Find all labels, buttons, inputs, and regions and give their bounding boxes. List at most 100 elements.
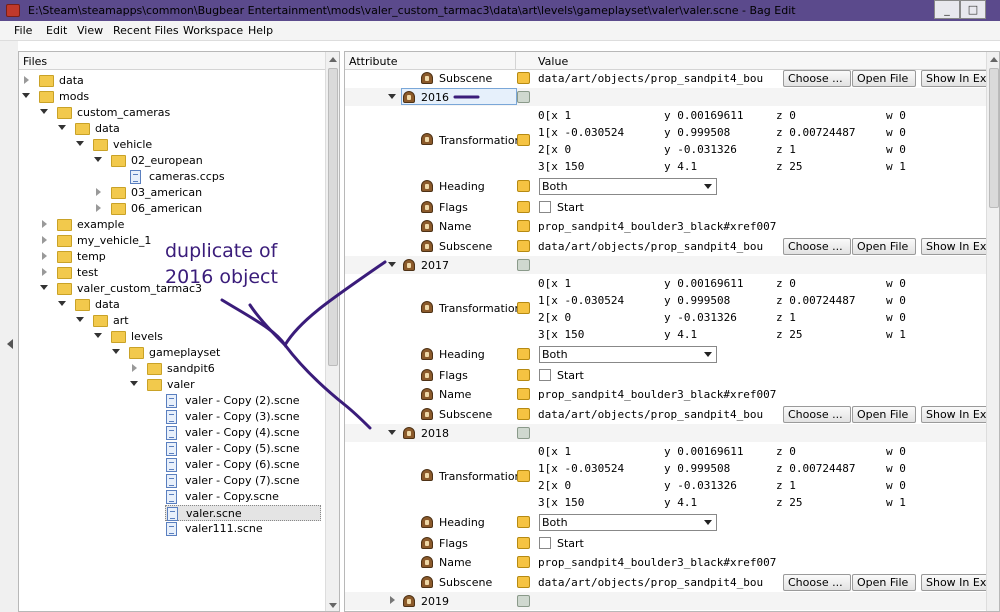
- expanded-arrow-icon[interactable]: [22, 93, 30, 98]
- matrix-cell[interactable]: y 4.1: [664, 160, 697, 173]
- matrix-cell[interactable]: y 0.00169611: [664, 445, 743, 458]
- name-value[interactable]: prop_sandpit4_boulder3_black#xref007: [538, 556, 776, 569]
- matrix-cell[interactable]: z 1: [776, 479, 796, 492]
- collapsed-arrow-icon[interactable]: [96, 204, 101, 212]
- expanded-arrow-icon[interactable]: [58, 301, 66, 306]
- tree-file[interactable]: valer - Copy (7).scne: [165, 473, 339, 489]
- minimize-button[interactable]: _: [934, 0, 960, 19]
- matrix-cell[interactable]: w 1: [886, 496, 906, 509]
- chevron-down-icon[interactable]: [704, 352, 712, 357]
- menu-workspace[interactable]: Workspace: [183, 24, 243, 37]
- matrix-cell[interactable]: w 0: [886, 311, 906, 324]
- matrix-cell[interactable]: z 0: [776, 109, 796, 122]
- expanded-arrow-icon[interactable]: [76, 317, 84, 322]
- matrix-cell[interactable]: y -0.031326: [664, 311, 737, 324]
- matrix-cell[interactable]: z 1: [776, 143, 796, 156]
- matrix-cell[interactable]: w 0: [886, 143, 906, 156]
- expanded-arrow-icon[interactable]: [76, 141, 84, 146]
- tree-folder[interactable]: data: [58, 297, 295, 313]
- files-scrollbar[interactable]: [325, 52, 339, 611]
- collapsed-arrow-icon[interactable]: [96, 188, 101, 196]
- tree-folder[interactable]: 02_european: [94, 153, 331, 169]
- matrix-cell[interactable]: y 0.999508: [664, 126, 730, 139]
- open-file-button[interactable]: Open File: [852, 238, 916, 255]
- collapsed-arrow-icon[interactable]: [42, 236, 47, 244]
- matrix-cell[interactable]: z 0: [776, 445, 796, 458]
- matrix-cell[interactable]: w 0: [886, 445, 906, 458]
- attribute-scrollbar[interactable]: [986, 52, 999, 611]
- start-checkbox[interactable]: [539, 201, 551, 213]
- tree-folder[interactable]: sandpit6: [132, 361, 339, 377]
- scroll-up-icon[interactable]: [329, 57, 337, 62]
- tree-folder[interactable]: mods: [22, 89, 259, 105]
- tree-file[interactable]: valer111.scne: [165, 521, 339, 537]
- menu-file[interactable]: File: [14, 24, 32, 37]
- expanded-arrow-icon[interactable]: [388, 94, 396, 99]
- group-row-2018[interactable]: 2018: [345, 424, 999, 442]
- matrix-cell[interactable]: w 0: [886, 277, 906, 290]
- tree-folder[interactable]: valer: [130, 377, 339, 393]
- choose-button[interactable]: Choose ...: [783, 70, 851, 87]
- choose-button[interactable]: Choose ...: [783, 574, 851, 591]
- tree-file[interactable]: valer - Copy.scne: [165, 489, 339, 505]
- choose-button[interactable]: Choose ...: [783, 238, 851, 255]
- tree-folder[interactable]: art: [76, 313, 313, 329]
- matrix-cell[interactable]: y 4.1: [664, 328, 697, 341]
- expanded-arrow-icon[interactable]: [58, 125, 66, 130]
- matrix-cell[interactable]: z 0.00724487: [776, 126, 855, 139]
- heading-select[interactable]: Both: [539, 178, 717, 195]
- tree-folder[interactable]: example: [42, 217, 277, 233]
- start-checkbox[interactable]: [539, 537, 551, 549]
- matrix-cell[interactable]: y 0.999508: [664, 462, 730, 475]
- open-file-button[interactable]: Open File: [852, 70, 916, 87]
- tree-file[interactable]: valer - Copy (6).scne: [165, 457, 339, 473]
- matrix-cell[interactable]: 3[x 150: [538, 160, 584, 173]
- matrix-cell[interactable]: w 0: [886, 294, 906, 307]
- expanded-arrow-icon[interactable]: [94, 333, 102, 338]
- matrix-cell[interactable]: y 4.1: [664, 496, 697, 509]
- matrix-cell[interactable]: z 0: [776, 277, 796, 290]
- heading-select[interactable]: Both: [539, 346, 717, 363]
- expanded-arrow-icon[interactable]: [40, 109, 48, 114]
- expanded-arrow-icon[interactable]: [112, 349, 120, 354]
- matrix-cell[interactable]: z 25: [776, 496, 803, 509]
- menu-edit[interactable]: Edit: [46, 24, 67, 37]
- matrix-cell[interactable]: w 0: [886, 109, 906, 122]
- tree-folder[interactable]: gameplayset: [112, 345, 339, 361]
- group-row-2017[interactable]: 2017: [345, 256, 999, 274]
- tree-folder[interactable]: custom_cameras: [40, 105, 277, 121]
- scroll-down-icon[interactable]: [329, 603, 337, 608]
- matrix-cell[interactable]: y -0.031326: [664, 479, 737, 492]
- matrix-cell[interactable]: 3[x 150: [538, 496, 584, 509]
- tree-file[interactable]: valer.scne: [165, 505, 321, 521]
- matrix-cell[interactable]: y 0.00169611: [664, 109, 743, 122]
- menu-view[interactable]: View: [77, 24, 103, 37]
- matrix-cell[interactable]: 0[x 1: [538, 109, 571, 122]
- matrix-cell[interactable]: w 0: [886, 462, 906, 475]
- collapsed-arrow-icon[interactable]: [42, 220, 47, 228]
- expanded-arrow-icon[interactable]: [94, 157, 102, 162]
- matrix-cell[interactable]: z 1: [776, 311, 796, 324]
- tree-file[interactable]: valer - Copy (2).scne: [165, 393, 339, 409]
- matrix-cell[interactable]: 1[x -0.030524: [538, 126, 624, 139]
- tree-file[interactable]: cameras.ccps: [129, 169, 339, 185]
- files-scroll-thumb[interactable]: [328, 68, 338, 366]
- collapsed-arrow-icon[interactable]: [42, 252, 47, 260]
- start-checkbox[interactable]: [539, 369, 551, 381]
- collapse-gutter[interactable]: [0, 41, 18, 612]
- collapsed-arrow-icon[interactable]: [132, 364, 137, 372]
- matrix-cell[interactable]: z 25: [776, 328, 803, 341]
- matrix-cell[interactable]: w 0: [886, 479, 906, 492]
- heading-select[interactable]: Both: [539, 514, 717, 531]
- group-row-2019[interactable]: 2019: [345, 592, 999, 610]
- expanded-arrow-icon[interactable]: [130, 381, 138, 386]
- tree-file[interactable]: valer - Copy (4).scne: [165, 425, 339, 441]
- matrix-cell[interactable]: 0[x 1: [538, 277, 571, 290]
- matrix-cell[interactable]: 2[x 0: [538, 143, 571, 156]
- collapsed-arrow-icon[interactable]: [42, 268, 47, 276]
- matrix-cell[interactable]: w 1: [886, 328, 906, 341]
- matrix-cell[interactable]: z 25: [776, 160, 803, 173]
- tree-folder[interactable]: vehicle: [76, 137, 313, 153]
- attr-scroll-up-icon[interactable]: [990, 57, 998, 62]
- name-value[interactable]: prop_sandpit4_boulder3_black#xref007: [538, 220, 776, 233]
